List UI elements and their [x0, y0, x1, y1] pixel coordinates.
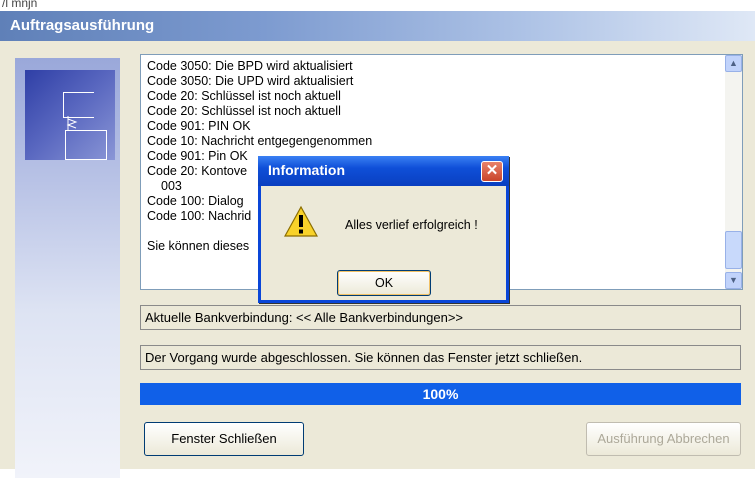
log-line: Code 3050: Die UPD wird aktualisiert: [147, 74, 354, 88]
window-titlebar: Auftragsausführung: [0, 11, 755, 41]
progress-label: 100%: [422, 386, 459, 402]
progress-bar: 100%: [140, 383, 741, 405]
top-fragment-text: /l mnjn: [2, 0, 38, 10]
completion-status: Der Vorgang wurde abgeschlossen. Sie kön…: [140, 345, 741, 370]
log-line: Code 10: Nachricht entgegengenommen: [147, 134, 373, 148]
logo-zigzag-icon: [66, 116, 78, 130]
warning-icon: [284, 205, 318, 237]
scroll-down-icon[interactable]: ▼: [725, 272, 742, 289]
log-line: Code 20: Schlüssel ist noch aktuell: [147, 89, 341, 103]
log-line: Code 901: PIN OK: [147, 119, 251, 133]
top-strip: /l mnjn: [0, 0, 755, 11]
logo-shape-lower: [65, 130, 107, 160]
logo-image: [25, 70, 115, 160]
log-scrollbar[interactable]: ▲ ▼: [725, 55, 742, 289]
ok-button[interactable]: OK: [337, 270, 431, 296]
close-icon[interactable]: ✕: [481, 161, 503, 182]
window-title: Auftragsausführung: [10, 17, 155, 34]
log-line: Code 20: Schlüssel ist noch aktuell: [147, 104, 341, 118]
dialog-titlebar: Information ✕: [258, 156, 509, 186]
information-dialog: Information ✕ Alles verlief erfolgreich …: [258, 156, 509, 303]
scroll-thumb[interactable]: [725, 231, 742, 269]
logo-shape-upper: [63, 92, 94, 118]
app-logo-panel: [15, 58, 120, 478]
bank-connection-status: Aktuelle Bankverbindung: << Alle Bankver…: [140, 305, 741, 330]
abort-execution-button[interactable]: Ausführung Abbrechen: [586, 422, 741, 456]
close-window-button[interactable]: Fenster Schließen: [144, 422, 304, 456]
dialog-title: Information: [268, 162, 345, 178]
log-line: Code 3050: Die BPD wird aktualisiert: [147, 59, 353, 73]
dialog-message: Alles verlief erfolgreich !: [345, 218, 478, 232]
scroll-up-icon[interactable]: ▲: [725, 55, 742, 72]
